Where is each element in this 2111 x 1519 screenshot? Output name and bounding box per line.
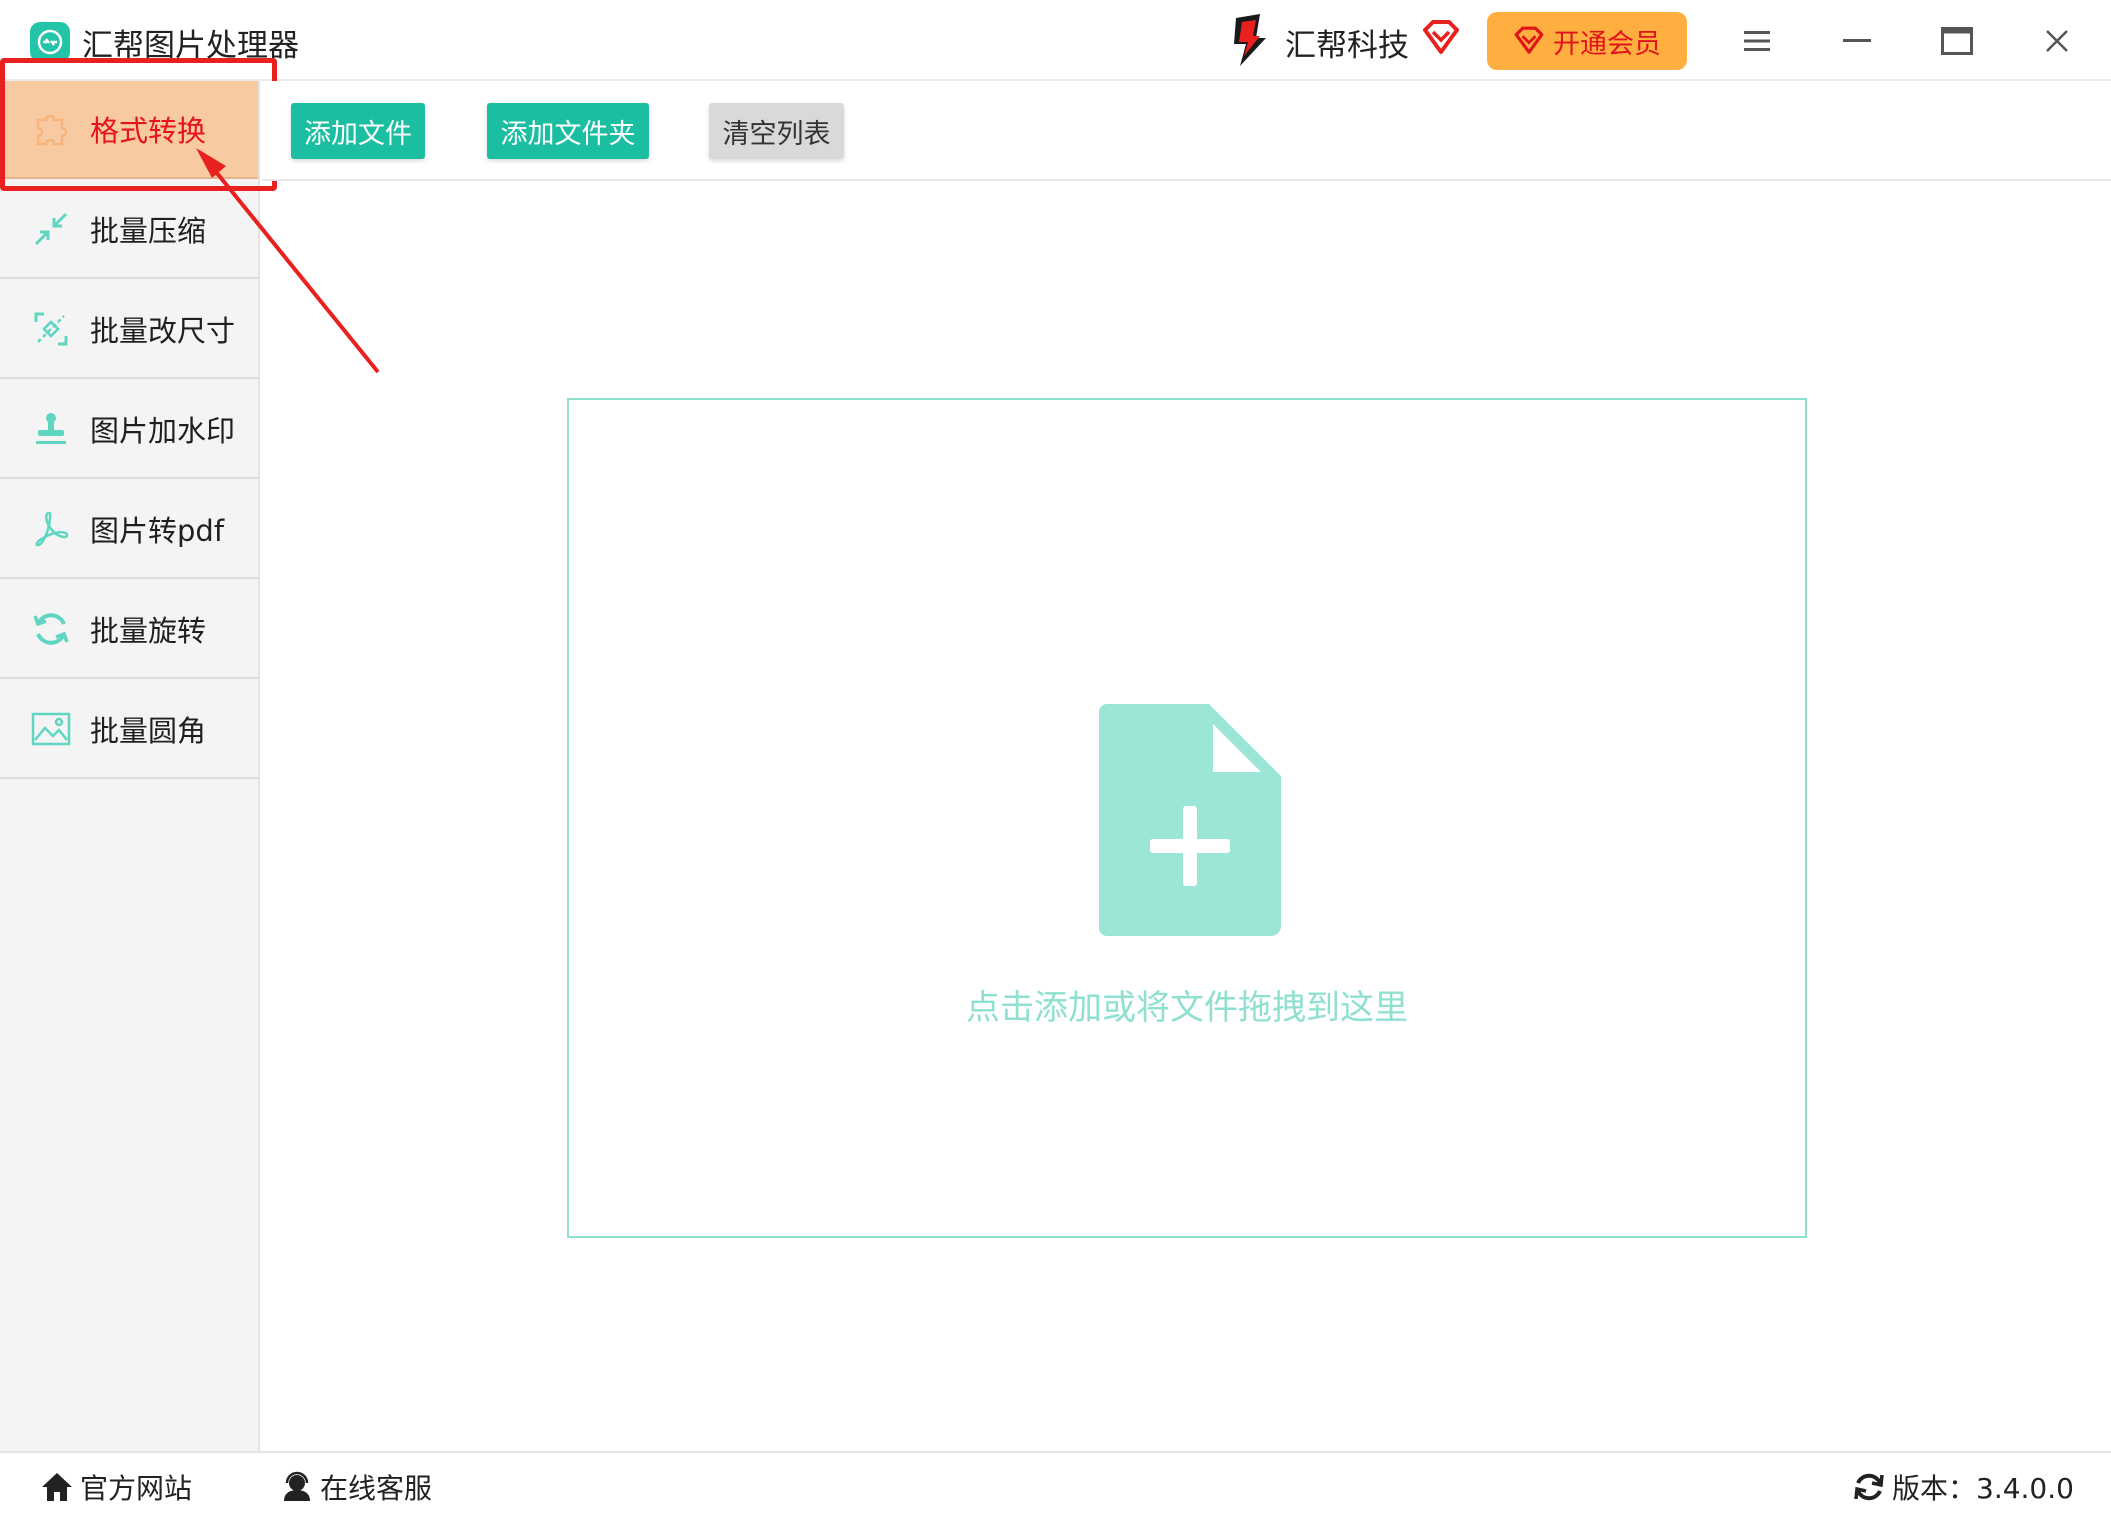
menu-button[interactable] bbox=[1727, 14, 1787, 68]
home-icon bbox=[42, 1473, 72, 1501]
puzzle-icon bbox=[30, 108, 72, 150]
add-folder-button[interactable]: 添加文件夹 bbox=[487, 103, 649, 159]
refresh-icon bbox=[1854, 1473, 1884, 1501]
status-bar: 官方网站 在线客服 版本：3.4.0.0 bbox=[0, 1451, 2111, 1519]
toolbar: 添加文件 添加文件夹 清空列表 bbox=[262, 81, 2111, 181]
sidebar-item-batch-rotate[interactable]: 批量旋转 bbox=[0, 581, 258, 679]
official-website-link[interactable]: 官方网站 bbox=[40, 1467, 192, 1507]
support-agent-icon bbox=[284, 1471, 310, 1501]
add-file-button[interactable]: 添加文件 bbox=[291, 103, 425, 159]
sidebar-item-format-convert[interactable]: 格式转换 bbox=[0, 81, 258, 179]
rotate-icon bbox=[30, 608, 72, 650]
sidebar: 格式转换 批量压缩 批量改尺寸 图片加水印 图片转pdf 批量旋转 批量圆角 bbox=[0, 81, 260, 1451]
official-website-label: 官方网站 bbox=[80, 1472, 193, 1505]
close-icon bbox=[2046, 30, 2068, 52]
vip-button[interactable]: 开通会员 bbox=[1487, 12, 1687, 70]
resize-icon bbox=[30, 308, 72, 350]
sidebar-item-label: 批量改尺寸 bbox=[90, 314, 236, 348]
sidebar-item-batch-compress[interactable]: 批量压缩 bbox=[0, 181, 258, 279]
sidebar-item-label: 批量旋转 bbox=[90, 614, 207, 648]
close-button[interactable] bbox=[2027, 14, 2087, 68]
title-bar: 汇帮图片处理器 汇帮科技 开通会员 bbox=[0, 0, 2111, 81]
image-icon bbox=[30, 708, 72, 750]
app-logo-icon bbox=[30, 22, 70, 62]
sidebar-item-label: 格式转换 bbox=[90, 114, 207, 148]
sidebar-item-label: 图片加水印 bbox=[90, 414, 236, 448]
file-drop-zone[interactable]: 点击添加或将文件拖拽到这里 bbox=[567, 398, 1807, 1238]
maximize-icon bbox=[1941, 27, 1973, 55]
online-support-link[interactable]: 在线客服 bbox=[280, 1467, 432, 1507]
clear-list-button[interactable]: 清空列表 bbox=[709, 103, 844, 159]
pdf-icon bbox=[30, 508, 72, 550]
sidebar-item-label: 图片转pdf bbox=[90, 514, 225, 548]
maximize-button[interactable] bbox=[1927, 14, 1987, 68]
online-support-label: 在线客服 bbox=[320, 1472, 433, 1505]
hamburger-menu-icon bbox=[1744, 31, 1770, 51]
sidebar-item-label: 批量圆角 bbox=[90, 714, 207, 748]
sidebar-item-image-to-pdf[interactable]: 图片转pdf bbox=[0, 481, 258, 579]
sidebar-item-round-corners[interactable]: 批量圆角 bbox=[0, 681, 258, 779]
version-label: 版本：3.4.0.0 bbox=[1892, 1472, 2074, 1505]
sidebar-item-watermark[interactable]: 图片加水印 bbox=[0, 381, 258, 479]
minimize-button[interactable] bbox=[1827, 14, 1887, 68]
app-title: 汇帮图片处理器 bbox=[82, 28, 299, 64]
diamond-icon bbox=[1423, 20, 1459, 54]
brand-logo-icon bbox=[1234, 14, 1266, 66]
stamp-icon bbox=[30, 408, 72, 450]
minimize-icon bbox=[1843, 39, 1871, 42]
brand-name: 汇帮科技 bbox=[1285, 28, 1409, 64]
file-add-icon bbox=[1099, 704, 1281, 936]
drop-hint-text: 点击添加或将文件拖拽到这里 bbox=[966, 988, 1408, 1028]
sidebar-item-label: 批量压缩 bbox=[90, 214, 207, 248]
vip-diamond-icon bbox=[1514, 26, 1544, 54]
compress-icon bbox=[30, 208, 72, 250]
version-info[interactable]: 版本：3.4.0.0 bbox=[1852, 1467, 2074, 1507]
sidebar-item-batch-resize[interactable]: 批量改尺寸 bbox=[0, 281, 258, 379]
vip-button-label: 开通会员 bbox=[1553, 28, 1661, 60]
